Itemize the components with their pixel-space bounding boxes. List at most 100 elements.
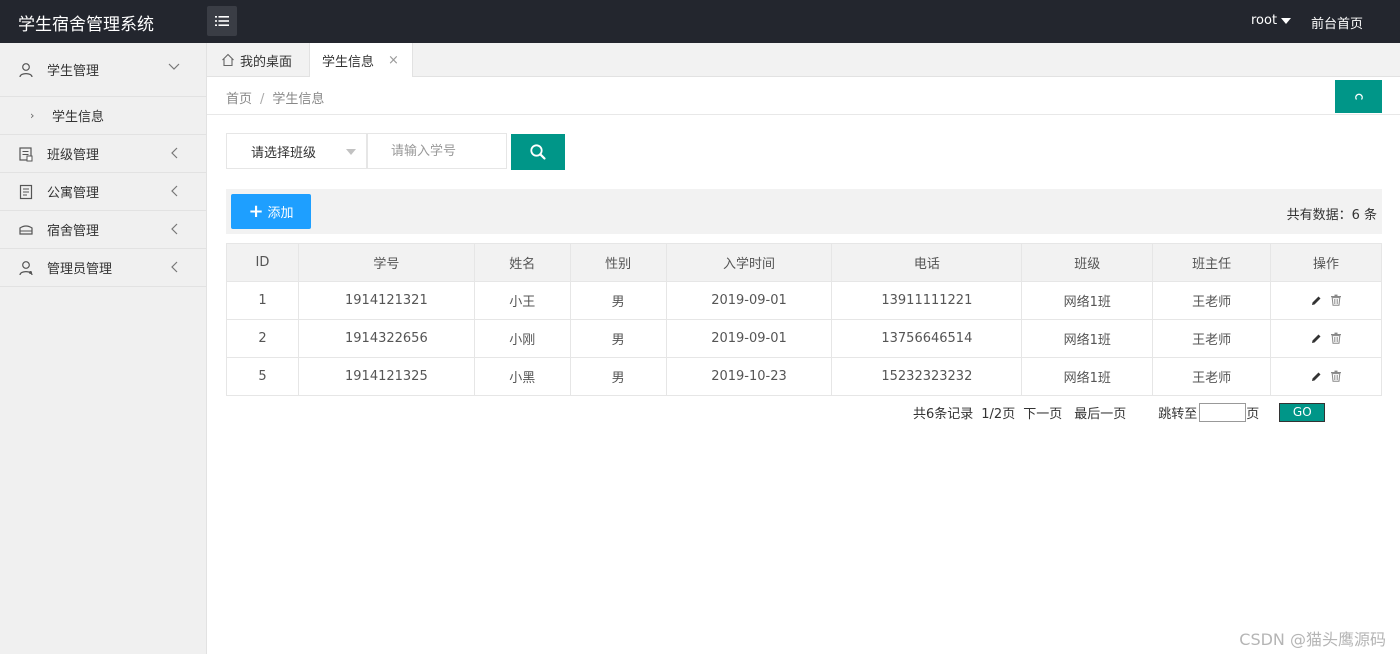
- cell-class: 网络1班: [1021, 356, 1154, 396]
- sidebar-subitem-label: 学生信息: [52, 110, 105, 125]
- edit-icon[interactable]: [1311, 371, 1322, 382]
- column-header-teacher: 班主任: [1152, 243, 1272, 282]
- cell-id: 1: [226, 280, 299, 320]
- last-page-link[interactable]: 最后一页: [1074, 403, 1126, 422]
- student-table: ID 学号 姓名 性别 入学时间 电话 班级 班主任 操作 1 19141213…: [226, 243, 1382, 396]
- close-icon[interactable]: ×: [388, 53, 399, 68]
- user-icon: [18, 62, 34, 78]
- cell-teacher: 王老师: [1152, 356, 1272, 396]
- page-indicator: 1/2页: [981, 406, 1016, 422]
- tab-bar: 我的桌面 学生信息 ×: [207, 43, 1400, 78]
- chevron-left-icon: [171, 261, 178, 273]
- sidebar: 学生管理 › 学生信息 班级管理 公寓管理 宿舍管理 管理员管理: [0, 43, 207, 654]
- cell-enroll: 2019-10-23: [665, 356, 833, 396]
- column-header-actions: 操作: [1270, 243, 1382, 282]
- cell-class: 网络1班: [1021, 318, 1154, 358]
- class-select-value: 请选择班级: [251, 145, 317, 161]
- bed-icon: [18, 222, 34, 238]
- sidebar-item-label: 管理员管理: [47, 262, 113, 277]
- sidebar-item-label: 公寓管理: [47, 186, 100, 201]
- breadcrumb-current: 学生信息: [272, 92, 325, 107]
- refresh-button[interactable]: [1335, 80, 1382, 113]
- cell-actions: [1270, 356, 1382, 396]
- chevron-left-icon: [171, 147, 178, 159]
- tab-desktop[interactable]: 我的桌面: [221, 43, 292, 77]
- column-header-sno: 学号: [297, 243, 475, 282]
- cell-gender: 男: [569, 280, 667, 320]
- edit-icon[interactable]: [1311, 295, 1322, 306]
- delete-icon[interactable]: [1330, 370, 1342, 382]
- cell-phone: 13911111221: [831, 280, 1023, 320]
- front-home-link[interactable]: 前台首页: [1311, 13, 1363, 32]
- record-count: 共6条记录: [913, 406, 974, 422]
- add-button-label: 添加: [267, 206, 294, 221]
- menu-toggle-button[interactable]: [207, 6, 237, 36]
- sidebar-item-dorm-management[interactable]: 宿舍管理: [0, 211, 206, 249]
- cell-id: 5: [226, 356, 299, 396]
- cell-sno: 1914322656: [297, 318, 475, 358]
- jump-label: 跳转至: [1158, 406, 1198, 422]
- column-header-name: 姓名: [473, 243, 571, 282]
- next-page-link[interactable]: 下一页: [1023, 403, 1062, 422]
- tab-label: 学生信息: [322, 55, 375, 70]
- cell-enroll: 2019-09-01: [665, 318, 833, 358]
- refresh-icon: [1354, 93, 1363, 100]
- top-header: 学生宿舍管理系统 root 前台首页: [0, 0, 1400, 43]
- chevron-right-icon: ›: [30, 109, 35, 122]
- breadcrumb: 首页 / 学生信息: [226, 88, 324, 107]
- cell-name: 小黑: [473, 356, 571, 396]
- table-toolbar: + 添加 共有数据：6 条: [226, 189, 1382, 234]
- app-title: 学生宿舍管理系统: [18, 15, 154, 35]
- cell-phone: 15232323232: [831, 356, 1023, 396]
- cell-enroll: 2019-09-01: [665, 280, 833, 320]
- chevron-left-icon: [171, 185, 178, 197]
- chevron-down-icon: [168, 63, 180, 70]
- caret-down-icon: [1281, 17, 1292, 24]
- building-icon: [18, 184, 34, 200]
- cell-gender: 男: [569, 356, 667, 396]
- user-menu[interactable]: root: [1251, 13, 1292, 28]
- cell-teacher: 王老师: [1152, 318, 1272, 358]
- search-button[interactable]: [511, 134, 565, 170]
- cell-actions: [1270, 280, 1382, 320]
- add-button[interactable]: + 添加: [231, 194, 311, 229]
- sidebar-item-label: 宿舍管理: [47, 224, 100, 239]
- sidebar-item-label: 学生管理: [47, 64, 100, 79]
- delete-icon[interactable]: [1330, 332, 1342, 344]
- tab-student-info[interactable]: 学生信息 ×: [309, 43, 413, 78]
- sidebar-item-apartment-management[interactable]: 公寓管理: [0, 173, 206, 211]
- cell-name: 小王: [473, 280, 571, 320]
- go-button[interactable]: GO: [1279, 402, 1326, 422]
- sidebar-item-class-management[interactable]: 班级管理: [0, 135, 206, 173]
- delete-icon[interactable]: [1330, 294, 1342, 306]
- user-name: root: [1251, 13, 1278, 28]
- edit-icon[interactable]: [1311, 333, 1322, 344]
- cell-sno: 1914121321: [297, 280, 475, 320]
- student-number-input[interactable]: [367, 133, 507, 169]
- class-select[interactable]: 请选择班级: [226, 133, 367, 169]
- class-icon: [18, 146, 34, 162]
- sidebar-item-admin-management[interactable]: 管理员管理: [0, 249, 206, 287]
- column-header-phone: 电话: [831, 243, 1023, 282]
- tab-label: 我的桌面: [240, 54, 293, 70]
- plus-icon: +: [248, 200, 264, 222]
- jump-page-input[interactable]: [1199, 402, 1247, 422]
- cell-sno: 1914121325: [297, 356, 475, 396]
- sidebar-item-student-management[interactable]: 学生管理: [0, 43, 206, 97]
- home-icon: [222, 53, 234, 67]
- sidebar-item-label: 班级管理: [47, 148, 100, 163]
- column-header-enroll: 入学时间: [665, 243, 833, 282]
- cell-gender: 男: [569, 318, 667, 358]
- cell-teacher: 王老师: [1152, 280, 1272, 320]
- table-row: 2 1914322656 小刚 男 2019-09-01 13756646514…: [226, 318, 1382, 358]
- cell-name: 小刚: [473, 318, 571, 358]
- column-header-id: ID: [226, 243, 299, 282]
- admin-icon: [18, 260, 34, 276]
- cell-actions: [1270, 318, 1382, 358]
- column-header-gender: 性别: [569, 243, 667, 282]
- watermark: CSDN @猫头鹰源码: [1239, 630, 1386, 649]
- page-suffix: 页: [1246, 406, 1260, 422]
- breadcrumb-home[interactable]: 首页: [226, 92, 252, 107]
- sidebar-subitem-student-info[interactable]: › 学生信息: [0, 97, 206, 135]
- breadcrumb-separator: /: [260, 92, 265, 107]
